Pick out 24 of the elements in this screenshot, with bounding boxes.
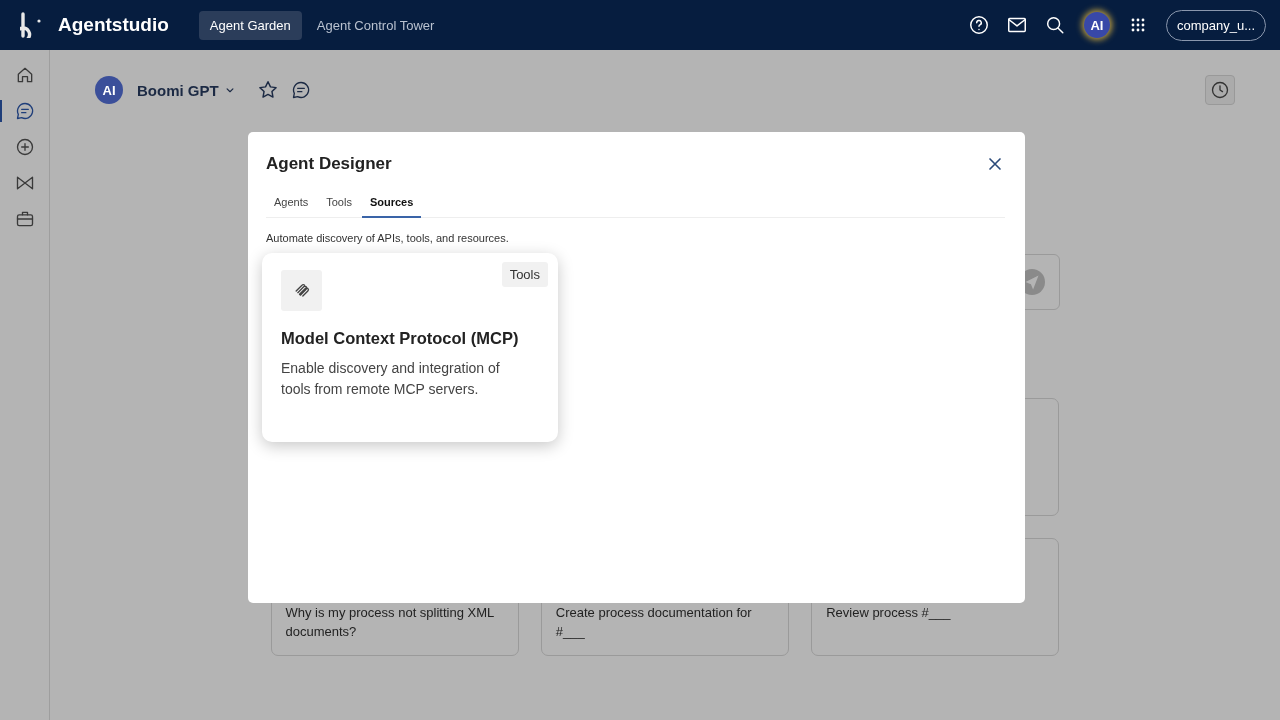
dialog-title: Agent Designer <box>266 154 392 174</box>
tab-description: Automate discovery of APIs, tools, and resources. <box>266 232 510 244</box>
category-tag: Tools <box>501 262 548 287</box>
history-button[interactable] <box>1205 75 1235 105</box>
chat-icon <box>14 101 35 121</box>
nav-tab[interactable]: Agent Garden <box>198 10 302 40</box>
chat-icon <box>290 80 311 100</box>
star-icon <box>256 79 279 101</box>
clock-icon <box>1210 80 1230 100</box>
dialog-tab[interactable]: Tools <box>318 192 360 218</box>
dialog-tab[interactable]: Agents <box>266 192 317 218</box>
briefcase-icon <box>14 209 35 229</box>
assistant-avatar: AI <box>95 76 123 104</box>
help-icon <box>967 14 990 36</box>
user-avatar[interactable]: AI <box>1083 12 1110 38</box>
assistant-name[interactable]: Boomi GPT <box>137 81 219 99</box>
dialog-tab[interactable]: Sources <box>361 192 422 218</box>
source-card[interactable]: Tools Model Context Protocol (MCP) Enable discovery and integration of tools from remote MCP servers. <box>262 253 558 442</box>
nav-tab[interactable]: Agent Control Tower <box>305 10 446 40</box>
app-title: Agentstudio <box>58 14 169 36</box>
source-title: Model Context Protocol (MCP) <box>281 329 520 348</box>
source-description: Enable discovery and integration of tools from remote MCP servers. <box>281 359 501 399</box>
logo-icon <box>20 12 42 38</box>
add-icon <box>14 137 35 157</box>
